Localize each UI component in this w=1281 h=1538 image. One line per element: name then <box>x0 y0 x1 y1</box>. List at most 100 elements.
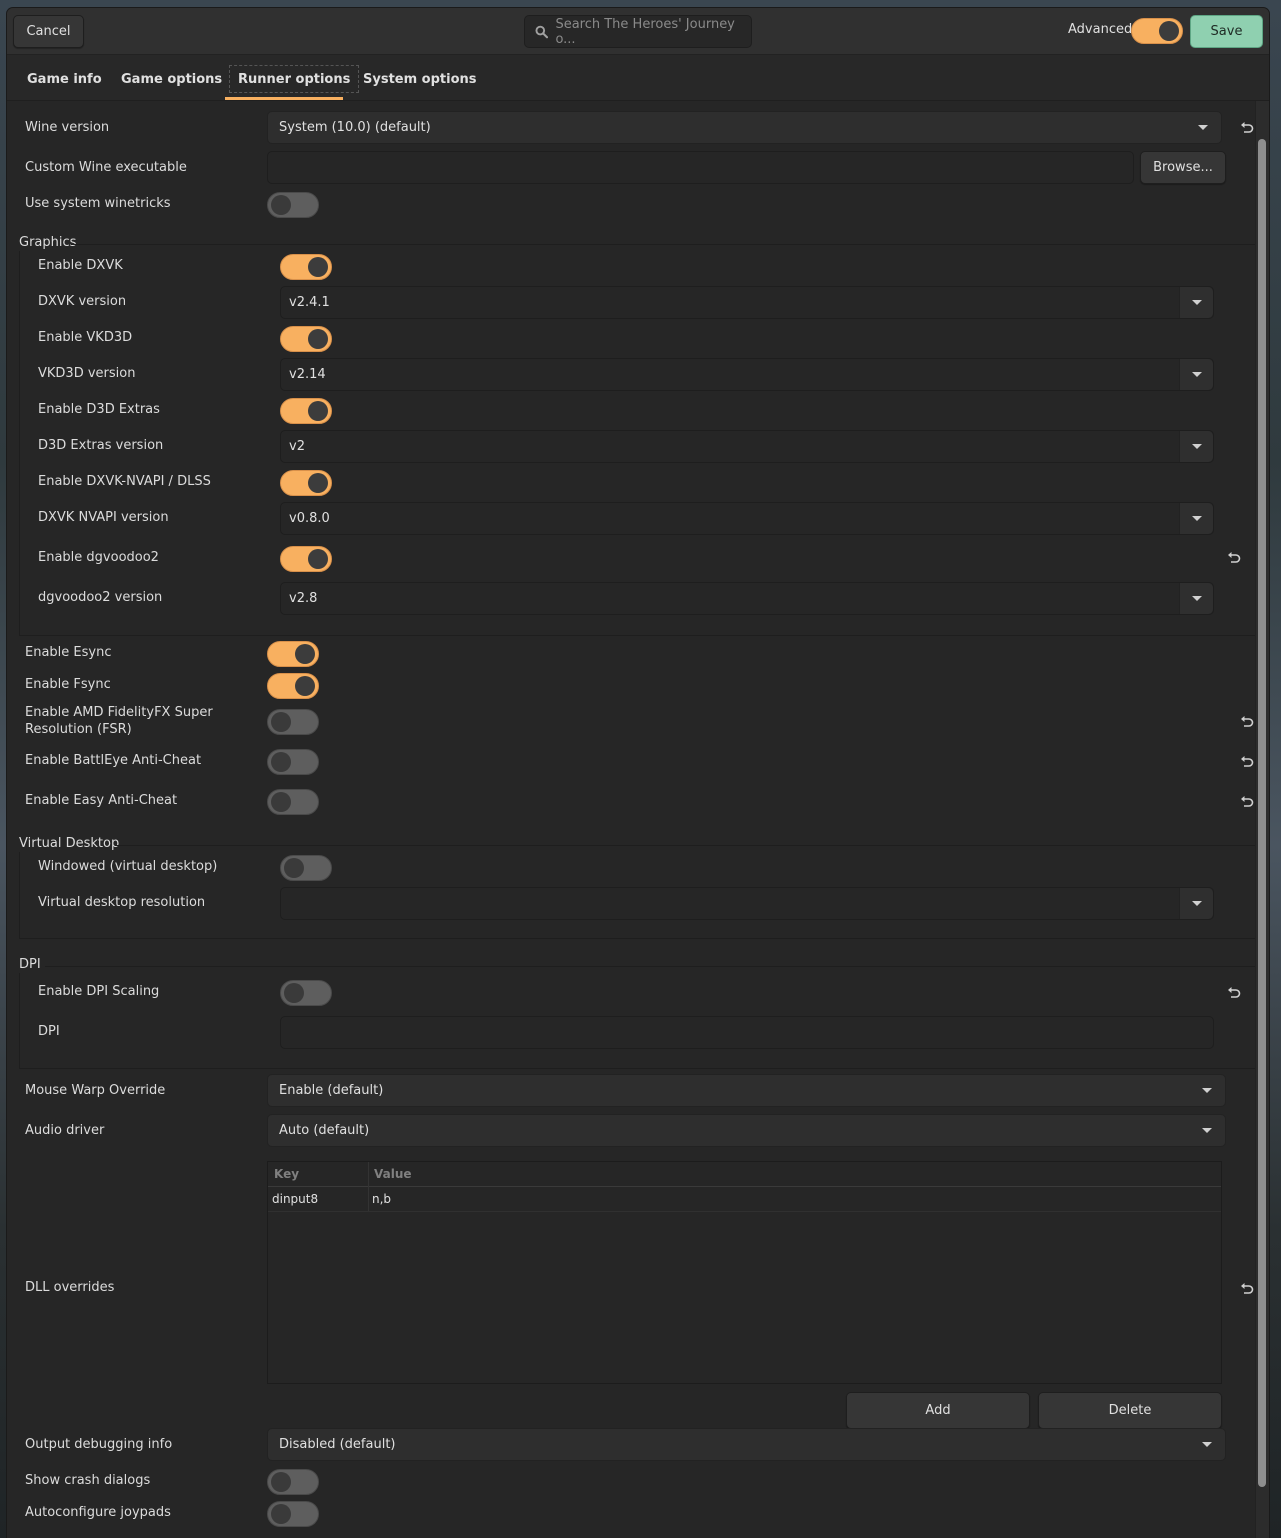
dll-overrides-label: DLL overrides <box>25 1280 115 1295</box>
chevron-down-icon[interactable] <box>1179 583 1213 614</box>
vkd3d-version-label: VKD3D version <box>38 366 136 381</box>
chevron-down-icon <box>1202 1128 1212 1133</box>
dpi-input[interactable] <box>280 1016 1214 1049</box>
dxvk-label: Enable DXVK <box>38 258 123 273</box>
scrollbar-thumb[interactable] <box>1258 139 1266 1487</box>
row-key: dinput8 <box>272 1192 319 1206</box>
tab-game-options[interactable]: Game options <box>113 65 230 93</box>
active-tab-indicator <box>225 97 343 100</box>
vkd3d-label: Enable VKD3D <box>38 330 133 345</box>
section-divider <box>71 244 1255 245</box>
debug-output-label: Output debugging info <box>25 1437 173 1452</box>
chevron-down-icon[interactable] <box>1179 431 1213 462</box>
dll-overrides-table[interactable]: Key Value dinput8 n,b <box>267 1161 1222 1384</box>
column-header-value[interactable]: Value <box>374 1167 412 1181</box>
joypads-label: Autoconfigure joypads <box>25 1505 171 1520</box>
vd-resolution-label: Virtual desktop resolution <box>38 895 206 910</box>
windowed-label: Windowed (virtual desktop) <box>38 859 218 874</box>
custom-wine-label: Custom Wine executable <box>25 160 187 175</box>
dgvoodoo-version-combo[interactable]: v2.8 <box>280 582 1214 615</box>
esync-toggle[interactable] <box>267 641 319 667</box>
header-bar: Cancel Search The Heroes' Journey o... A… <box>7 8 1269 55</box>
dgvoodoo-version-value: v2.8 <box>289 591 318 606</box>
chevron-down-icon <box>1198 125 1208 130</box>
vd-resolution-combo[interactable] <box>280 887 1214 920</box>
search-input[interactable]: Search The Heroes' Journey o... <box>524 15 752 48</box>
reset-icon[interactable] <box>1240 795 1254 809</box>
browse-button[interactable]: Browse... <box>1140 151 1226 184</box>
eac-toggle[interactable] <box>267 789 319 815</box>
d3d-extras-label: Enable D3D Extras <box>38 402 160 417</box>
reset-icon[interactable] <box>1240 121 1254 135</box>
d3d-extras-version-label: D3D Extras version <box>38 438 164 453</box>
reset-icon[interactable] <box>1240 1282 1254 1296</box>
crash-dialogs-toggle[interactable] <box>267 1469 319 1495</box>
system-winetricks-toggle[interactable] <box>267 192 319 218</box>
advanced-toggle[interactable] <box>1131 18 1183 44</box>
mouse-warp-dropdown[interactable]: Enable (default) <box>267 1074 1226 1107</box>
tab-bar: Game info Game options Runner options Sy… <box>7 55 1269 101</box>
wine-version-label: Wine version <box>25 120 110 135</box>
tab-game-info[interactable]: Game info <box>19 65 110 93</box>
save-button[interactable]: Save <box>1190 15 1263 48</box>
wine-version-value: System (10.0) (default) <box>279 120 431 135</box>
search-placeholder: Search The Heroes' Journey o... <box>555 16 735 47</box>
wine-version-dropdown[interactable]: System (10.0) (default) <box>267 111 1222 144</box>
d3d-extras-toggle[interactable] <box>280 398 332 424</box>
mouse-warp-value: Enable (default) <box>279 1083 384 1098</box>
dgvoodoo-label: Enable dgvoodoo2 <box>38 550 159 565</box>
chevron-down-icon[interactable] <box>1179 287 1213 318</box>
section-divider <box>45 966 1255 967</box>
dxvk-version-combo[interactable]: v2.4.1 <box>280 286 1214 319</box>
column-header-key[interactable]: Key <box>274 1167 299 1181</box>
vkd3d-toggle[interactable] <box>280 326 332 352</box>
row-value: n,b <box>372 1192 392 1206</box>
nvapi-version-label: DXVK NVAPI version <box>38 510 169 525</box>
reset-icon[interactable] <box>1240 755 1254 769</box>
dpi-scaling-toggle[interactable] <box>280 980 332 1006</box>
fsync-toggle[interactable] <box>267 673 319 699</box>
dxvk-version-value: v2.4.1 <box>289 295 330 310</box>
fsr-label-line2: Resolution (FSR) <box>25 722 132 737</box>
section-divider <box>115 845 1255 846</box>
nvapi-version-combo[interactable]: v0.8.0 <box>280 502 1214 535</box>
table-header: Key Value <box>268 1162 1221 1187</box>
cancel-button[interactable]: Cancel <box>13 15 84 48</box>
system-winetricks-label: Use system winetricks <box>25 196 171 211</box>
graphics-section-title: Graphics <box>19 235 77 250</box>
fsr-label-line1: Enable AMD FidelityFX Super <box>25 705 213 720</box>
fsr-toggle[interactable] <box>267 709 319 735</box>
dgvoodoo-toggle[interactable] <box>280 546 332 572</box>
runner-options-panel: Wine version System (10.0) (default) Cus… <box>7 101 1255 1538</box>
vkd3d-version-combo[interactable]: v2.14 <box>280 358 1214 391</box>
audio-driver-dropdown[interactable]: Auto (default) <box>267 1114 1226 1147</box>
dxvk-version-label: DXVK version <box>38 294 127 309</box>
delete-override-button[interactable]: Delete <box>1038 1392 1222 1429</box>
reset-icon[interactable] <box>1227 986 1241 1000</box>
reset-icon[interactable] <box>1240 715 1254 729</box>
nvapi-toggle[interactable] <box>280 470 332 496</box>
joypads-toggle[interactable] <box>267 1501 319 1527</box>
d3d-extras-version-combo[interactable]: v2 <box>280 430 1214 463</box>
eac-label: Enable Easy Anti-Cheat <box>25 793 178 808</box>
virtual-desktop-section-title: Virtual Desktop <box>19 836 120 851</box>
battleye-toggle[interactable] <box>267 749 319 775</box>
chevron-down-icon[interactable] <box>1179 888 1213 919</box>
tab-runner-options[interactable]: Runner options <box>229 65 360 93</box>
debug-output-dropdown[interactable]: Disabled (default) <box>267 1428 1226 1461</box>
windowed-toggle[interactable] <box>280 855 332 881</box>
audio-driver-value: Auto (default) <box>279 1123 370 1138</box>
audio-driver-label: Audio driver <box>25 1123 105 1138</box>
nvapi-version-value: v0.8.0 <box>289 511 330 526</box>
chevron-down-icon[interactable] <box>1179 503 1213 534</box>
add-override-button[interactable]: Add <box>846 1392 1030 1429</box>
chevron-down-icon[interactable] <box>1179 359 1213 390</box>
vkd3d-version-value: v2.14 <box>289 367 326 382</box>
dxvk-toggle[interactable] <box>280 254 332 280</box>
dpi-scaling-label: Enable DPI Scaling <box>38 984 160 999</box>
custom-wine-input[interactable] <box>267 151 1134 184</box>
table-row[interactable]: dinput8 n,b <box>268 1187 1221 1212</box>
tab-system-options[interactable]: System options <box>355 65 485 93</box>
reset-icon[interactable] <box>1227 551 1241 565</box>
debug-output-value: Disabled (default) <box>279 1437 396 1452</box>
